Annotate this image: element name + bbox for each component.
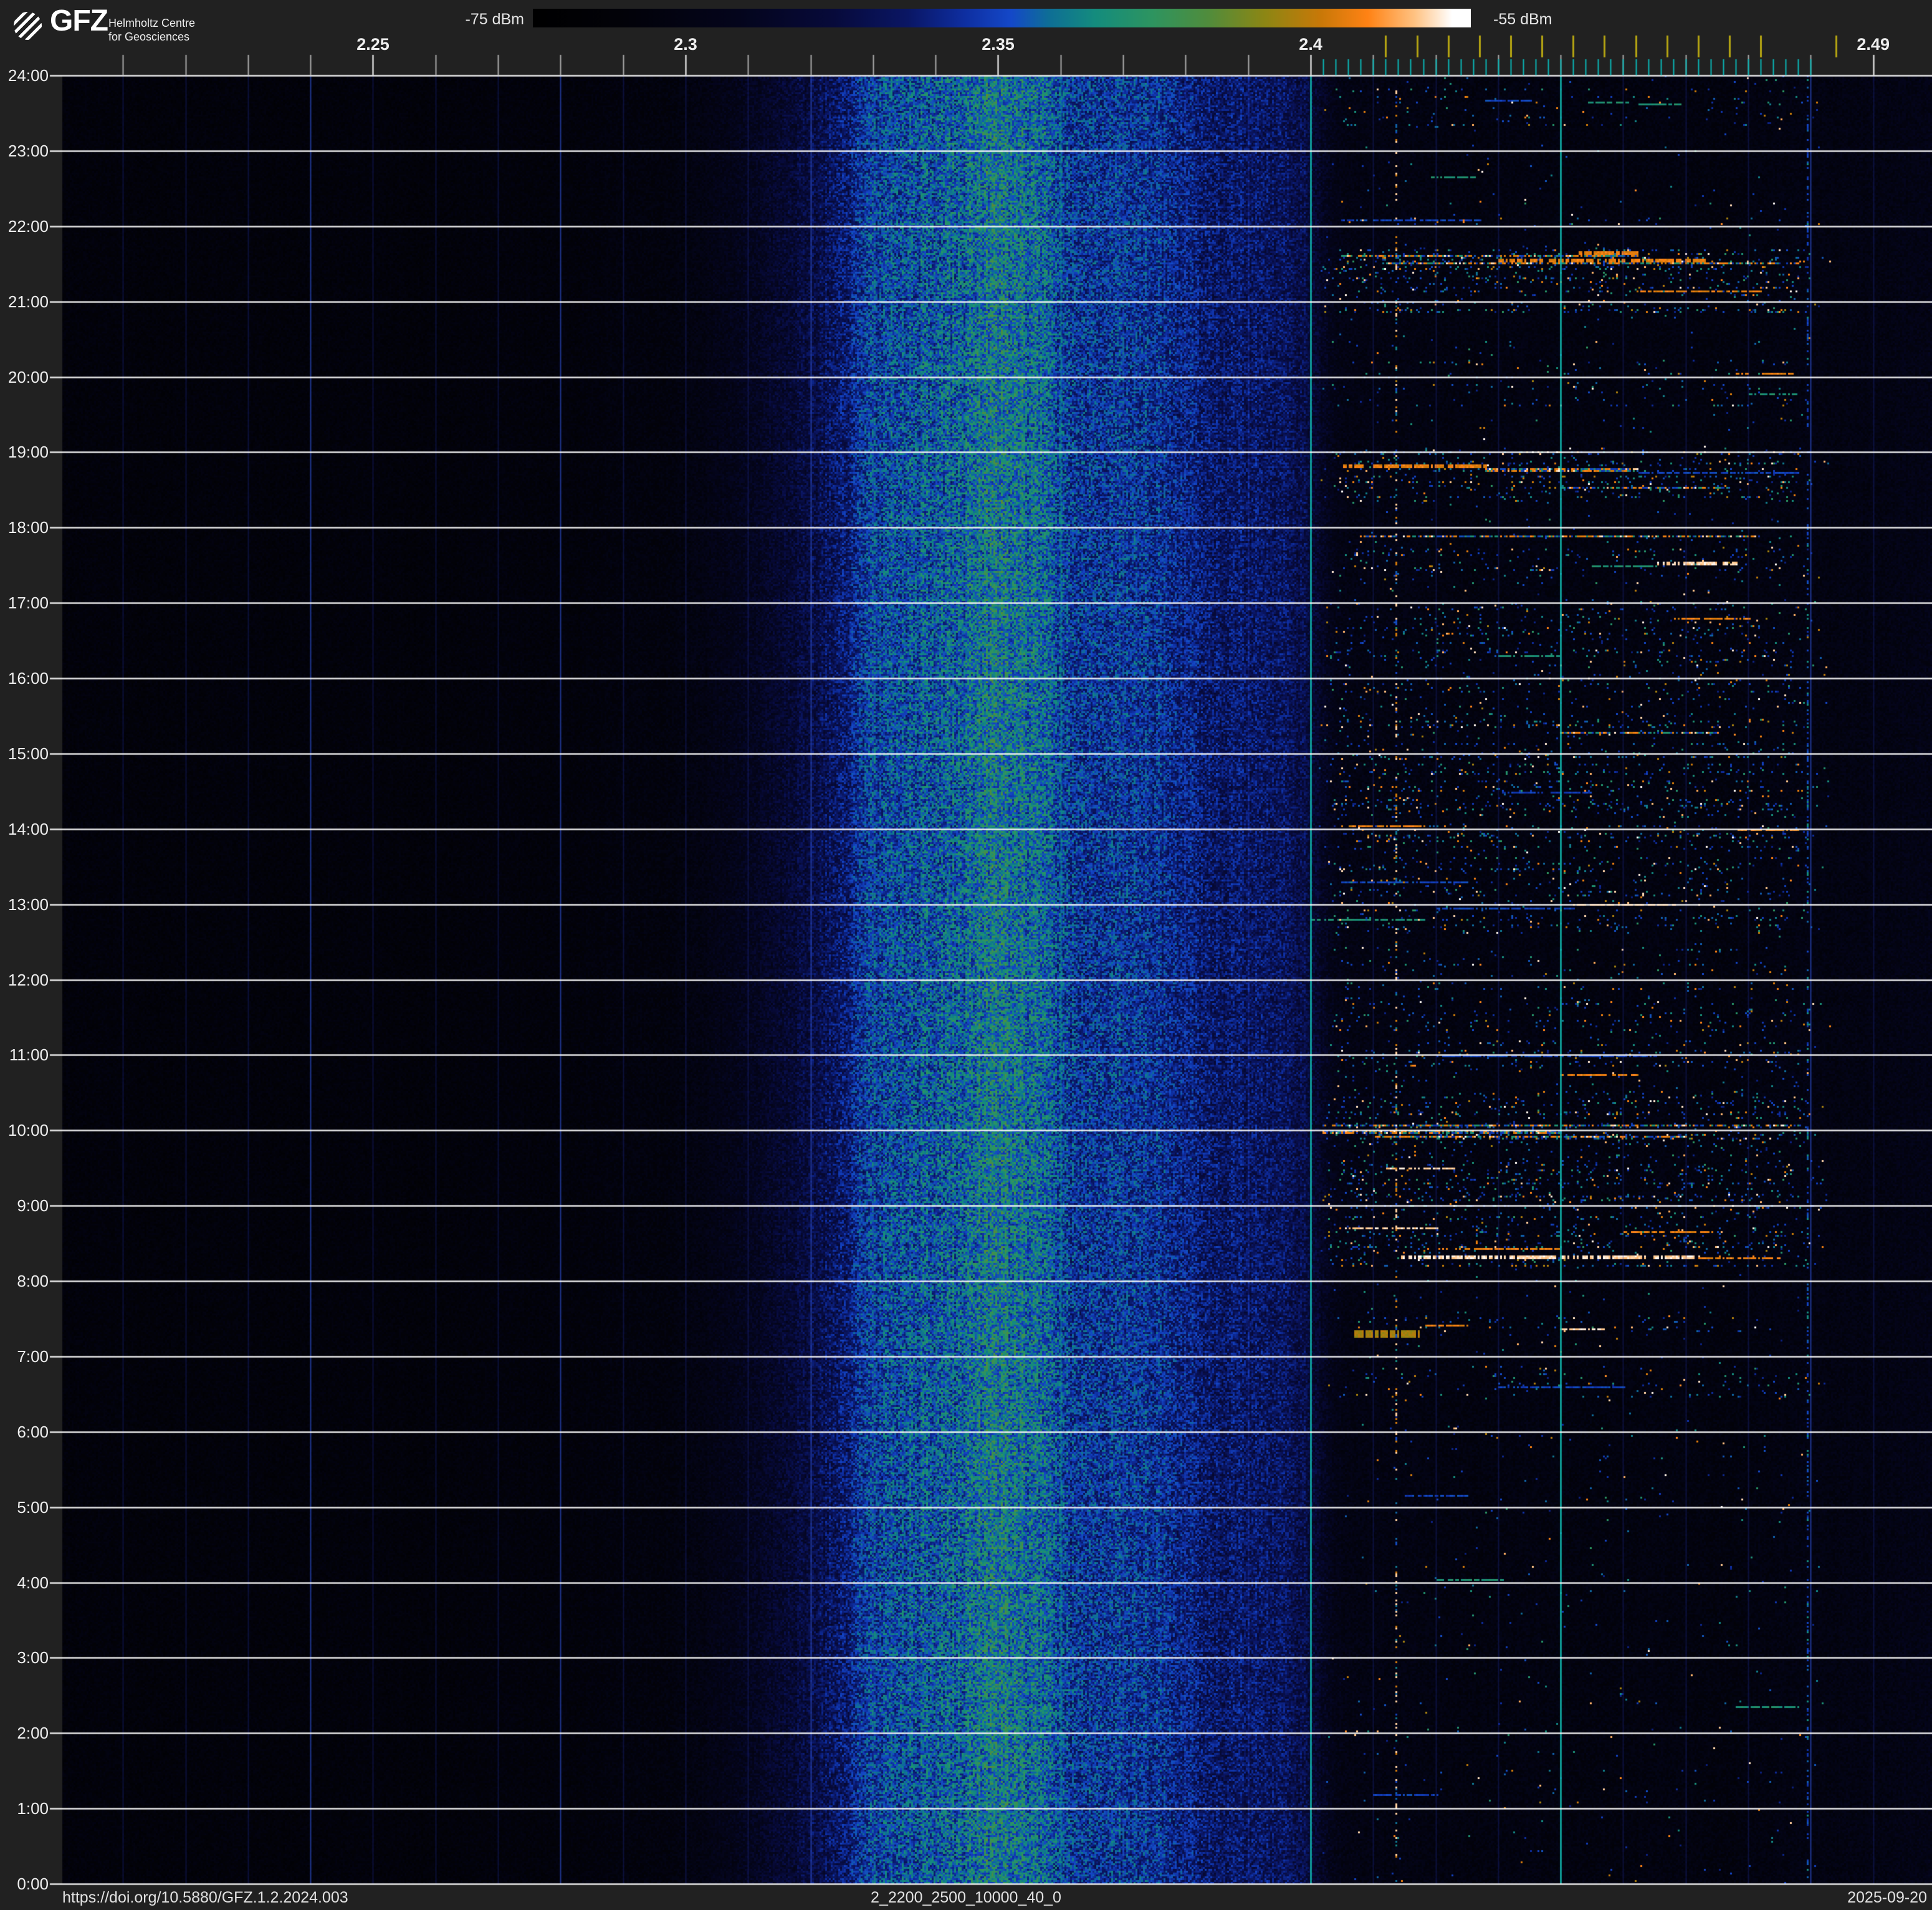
freq-tick-label: 2.3	[674, 35, 697, 54]
time-tick-label: 7:00	[17, 1346, 49, 1366]
freq-tick-label: 2.4	[1299, 35, 1322, 54]
time-tick-label: 4:00	[17, 1573, 49, 1592]
time-tick-label: 22:00	[7, 216, 49, 236]
footer-dataset-name: 2_2200_2500_10000_40_0	[871, 1889, 1061, 1906]
time-tick-label: 6:00	[17, 1422, 49, 1441]
time-tick-label: 14:00	[7, 819, 49, 838]
time-tick-label: 5:00	[17, 1497, 49, 1517]
gfz-logo-icon	[14, 12, 42, 40]
freq-tick-label: 2.35	[982, 35, 1015, 54]
time-tick-label: 20:00	[7, 367, 49, 386]
time-tick-label: 21:00	[7, 292, 49, 311]
time-tick-label: 12:00	[7, 970, 49, 989]
time-tick-label: 11:00	[9, 1045, 49, 1065]
logo-subtitle-line2: for Geosciences	[108, 31, 190, 43]
footer-date: 2025-09-20	[1847, 1889, 1927, 1906]
colorbar-gradient	[533, 9, 1471, 27]
freq-tick-label: 2.25	[356, 35, 390, 54]
logo-subtitle-line1: Helmholtz Centre	[108, 17, 196, 29]
freq-tick-label: 2.49	[1857, 35, 1890, 54]
time-tick-label: 15:00	[7, 744, 49, 763]
time-tick-label: 17:00	[7, 593, 49, 613]
time-tick-label: 3:00	[17, 1648, 49, 1668]
time-tick-label: 13:00	[7, 895, 49, 914]
time-tick-label: 23:00	[7, 141, 49, 160]
time-tick-label: 9:00	[17, 1196, 49, 1216]
colorbar-min-label: -75 dBm	[465, 11, 524, 28]
time-tick-label: 18:00	[7, 518, 49, 537]
time-tick-label: 2:00	[17, 1724, 49, 1743]
footer-bar: https://doi.org/10.5880/GFZ.1.2.2024.003…	[0, 1885, 1932, 1910]
colorbar-max-label: -55 dBm	[1493, 11, 1552, 28]
spectrogram-screen: GFZ Helmholtz Centre for Geosciences -75…	[0, 0, 1932, 1910]
time-tick-label: 19:00	[7, 443, 49, 462]
spectrogram-plot	[0, 0, 1932, 1910]
time-tick-label: 24:00	[7, 66, 49, 85]
logo-subtitle: Helmholtz Centre for Geosciences	[108, 16, 195, 44]
logo-org-name: GFZ	[50, 4, 108, 37]
time-tick-label: 10:00	[7, 1121, 49, 1140]
time-tick-label: 8:00	[17, 1272, 49, 1290]
time-tick-label: 1:00	[17, 1799, 49, 1818]
gfz-logo: GFZ Helmholtz Centre for Geosciences	[0, 0, 212, 56]
time-tick-label: 16:00	[7, 669, 49, 688]
